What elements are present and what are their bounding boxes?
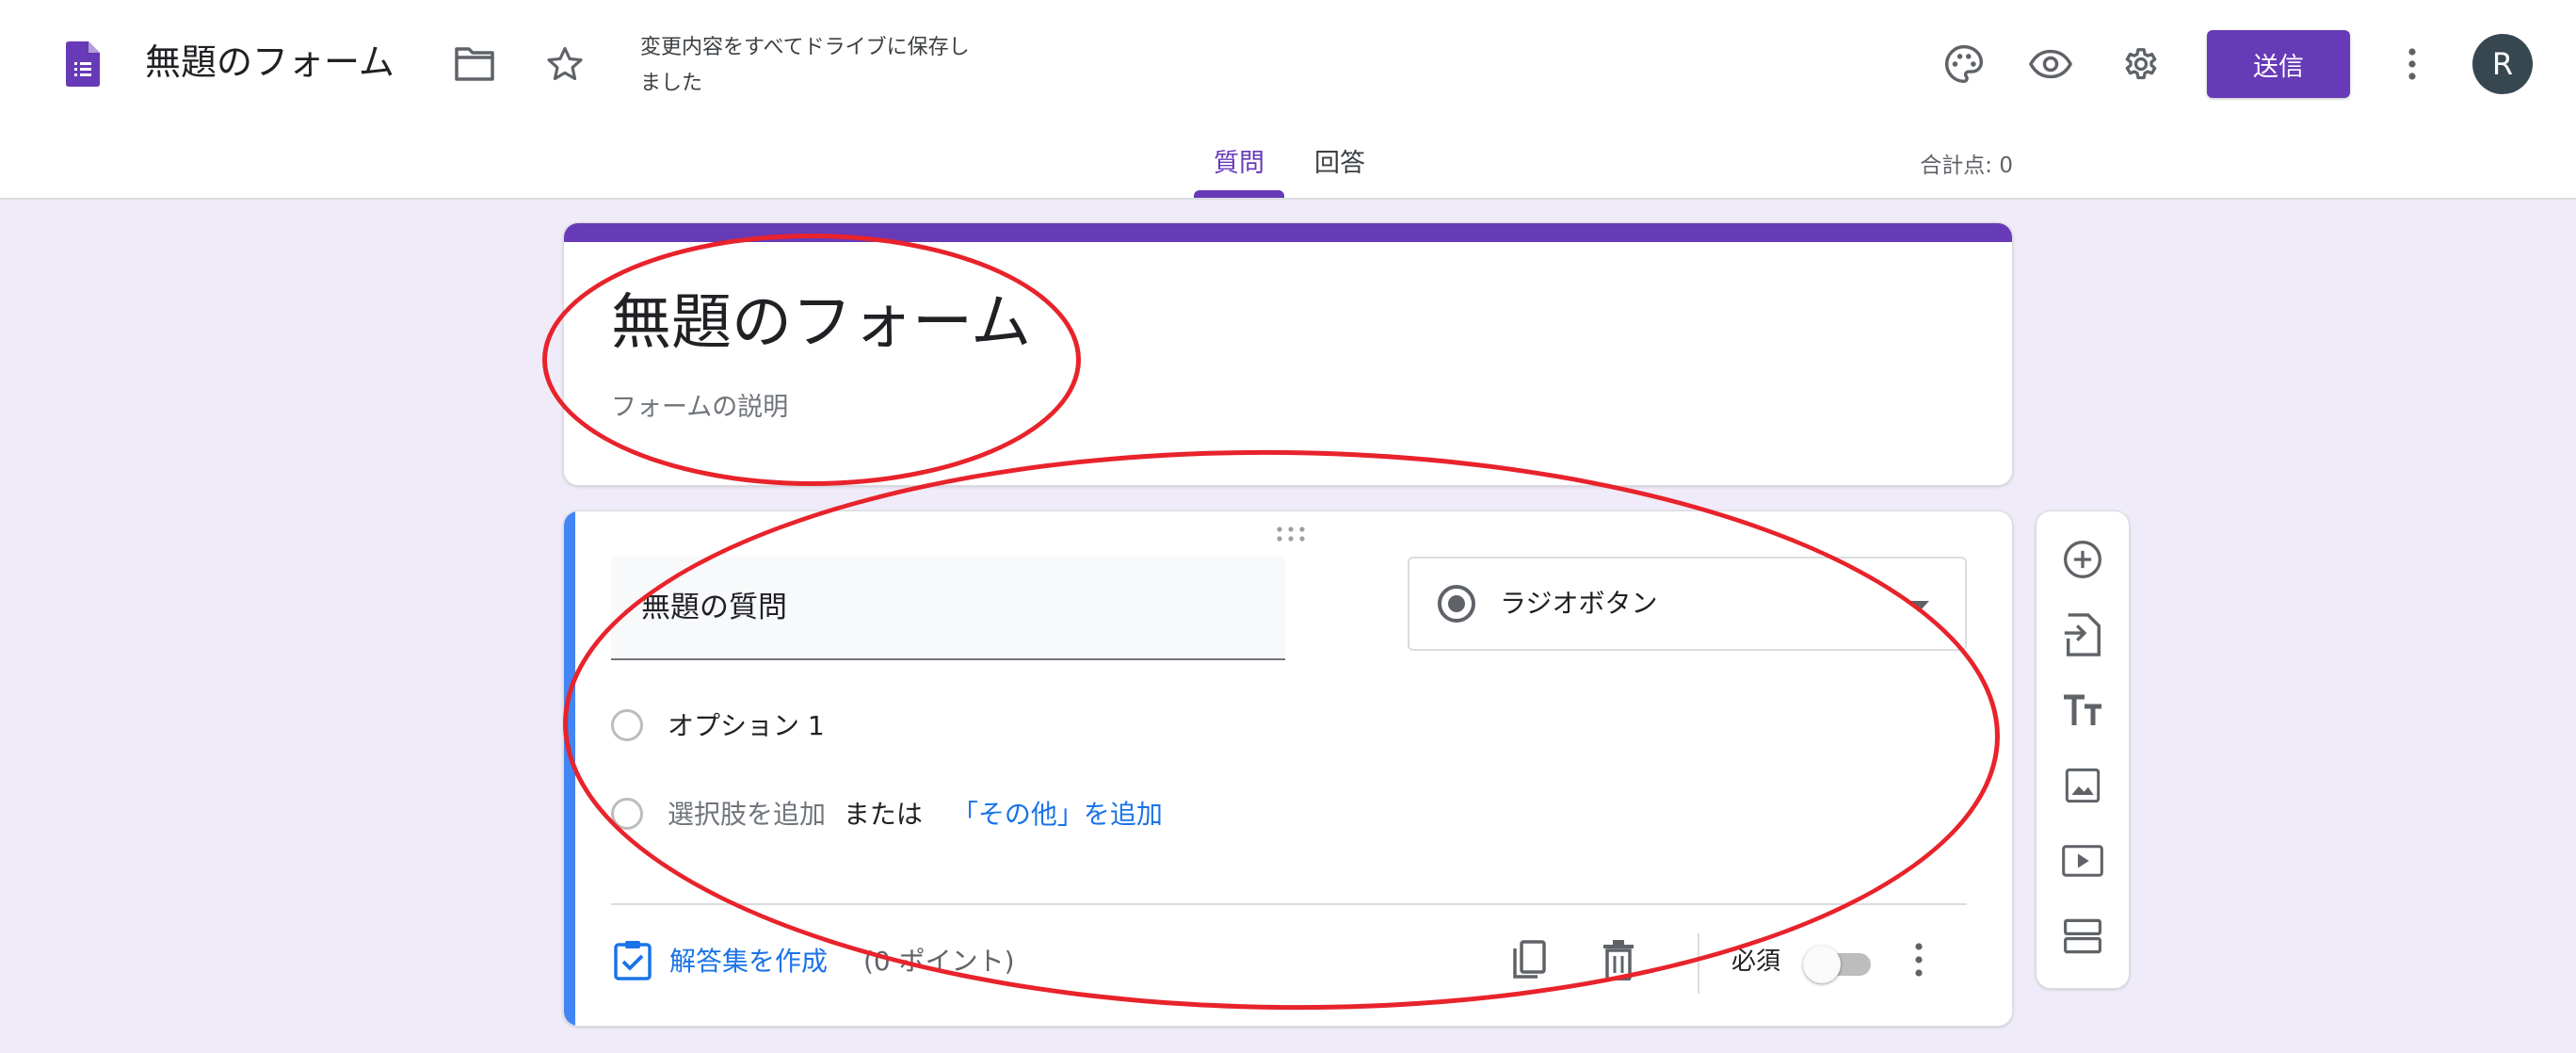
document-title[interactable]: 無題のフォーム: [145, 36, 394, 89]
add-image-icon[interactable]: [2059, 762, 2106, 809]
more-vert-icon[interactable]: [2393, 38, 2431, 90]
answer-key-checklist-icon[interactable]: [613, 939, 654, 980]
palette-icon[interactable]: [1938, 38, 1990, 90]
add-title-text-icon[interactable]: [2059, 687, 2106, 734]
settings-gear-icon[interactable]: [2115, 38, 2167, 90]
send-button[interactable]: 送信: [2207, 30, 2350, 98]
add-question-icon[interactable]: [2059, 536, 2106, 583]
tab-questions[interactable]: 質問: [1194, 141, 1284, 186]
question-more-vert-icon[interactable]: [1914, 943, 1937, 984]
forms-logo-icon[interactable]: [62, 41, 104, 87]
active-tab-indicator: [1194, 190, 1284, 198]
required-toggle[interactable]: [1803, 945, 1878, 983]
import-questions-icon[interactable]: [2059, 611, 2106, 658]
star-icon[interactable]: [540, 40, 589, 89]
answer-key-link[interactable]: 解答集を作成: [669, 941, 828, 982]
preview-eye-icon[interactable]: [2024, 38, 2077, 90]
account-avatar[interactable]: R: [2472, 34, 2533, 94]
required-toggle-thumb: [1803, 946, 1841, 983]
add-section-icon[interactable]: [2059, 913, 2106, 960]
folder-icon[interactable]: [450, 40, 499, 89]
save-status-text: 変更内容をすべてドライブに保存しました: [640, 36, 970, 95]
add-video-icon[interactable]: [2059, 837, 2106, 884]
red-annotation-ellipse-title: [542, 234, 1081, 486]
tab-responses[interactable]: 回答: [1309, 141, 1371, 186]
header-bar: 無題のフォーム 変更内容をすべてドライブに保存しました 送信 R 質問 回答 合…: [0, 0, 2576, 200]
side-toolbar: [2036, 510, 2130, 989]
total-points: 合計点: 0: [1920, 154, 2013, 178]
